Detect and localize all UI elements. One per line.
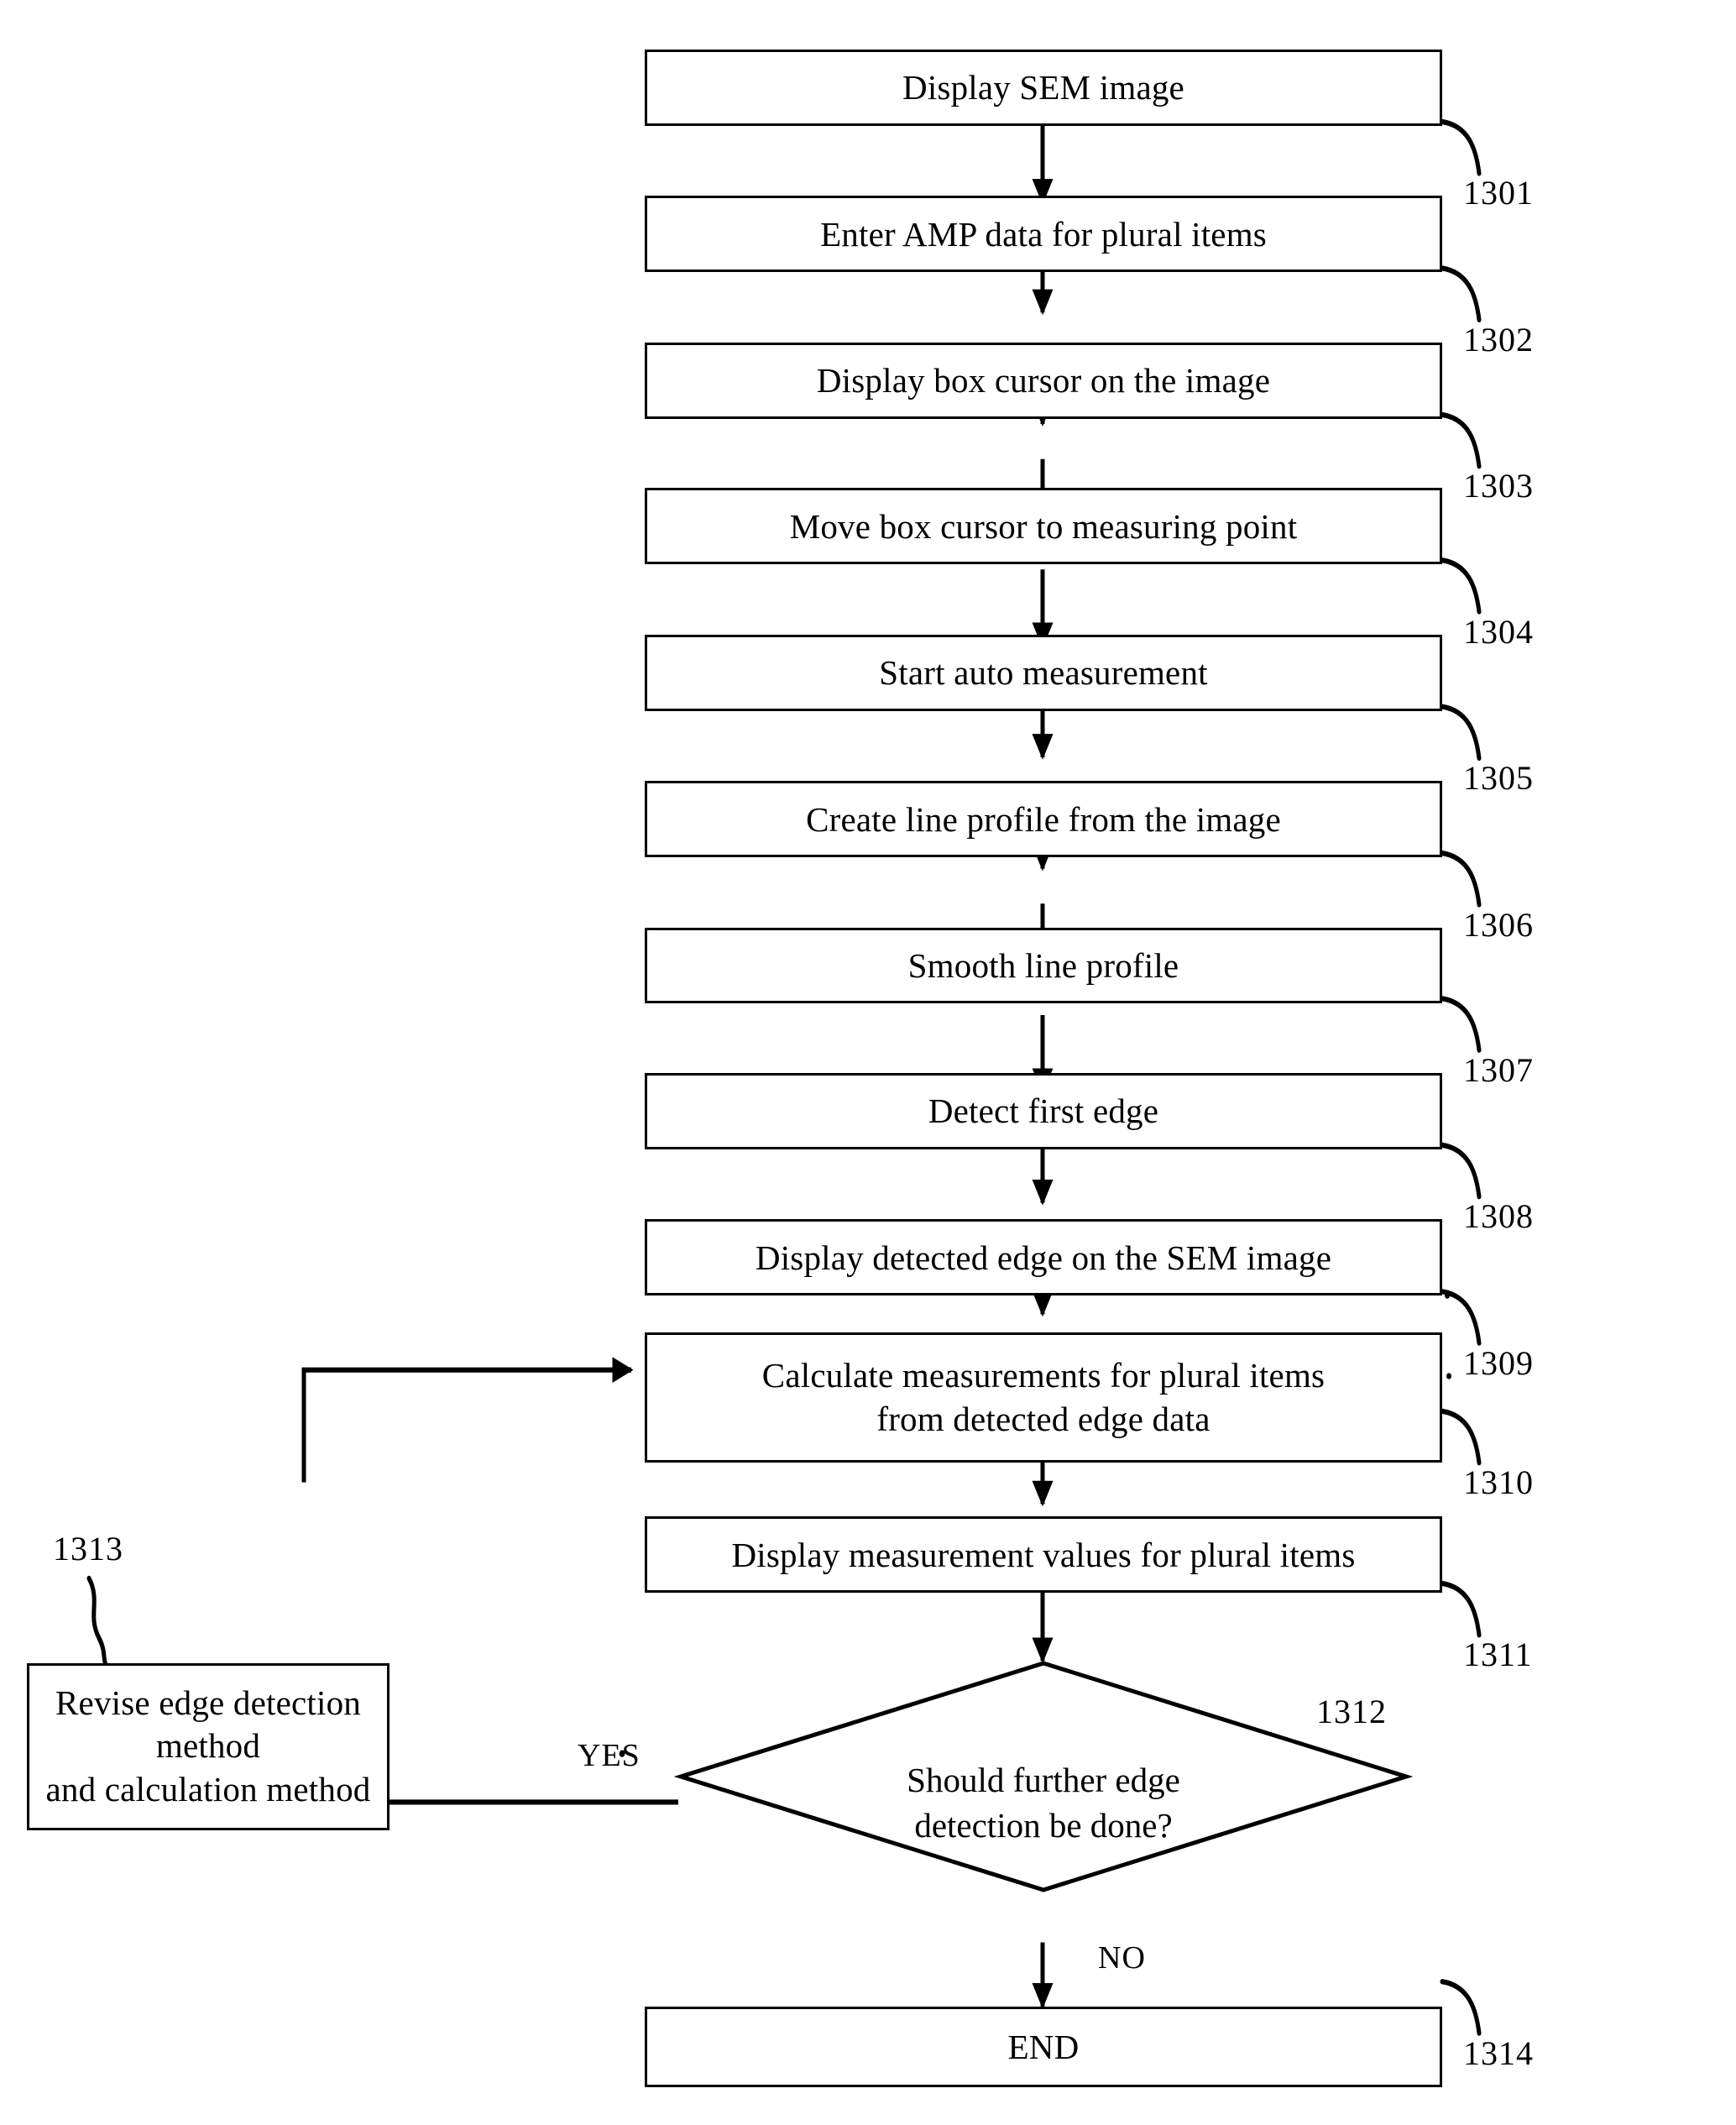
ref-numeral-1310: 1310 [1463,1463,1534,1502]
ref-numeral-1314: 1314 [1463,2033,1534,2072]
node-label-line1: Revise edge detection method [55,1683,361,1766]
node-move-box-cursor[interactable]: Move box cursor to measuring point [645,488,1442,565]
node-revise-edge-detection-method[interactable]: Revise edge detection method and calcula… [27,1662,390,1830]
ref-numeral-1313: 1313 [53,1529,123,1568]
node-label: Create line profile from the image [806,799,1281,839]
ref-numeral-1304: 1304 [1463,612,1534,651]
branch-label-no: NO [1098,1939,1146,1976]
node-label: Detect first edge [928,1091,1159,1131]
node-display-sem-image[interactable]: Display SEM image [645,49,1442,126]
node-display-measurement-values[interactable]: Display measurement values for plural it… [645,1516,1442,1593]
node-end[interactable]: END [645,2006,1442,2087]
node-label: Move box cursor to measuring point [789,506,1298,546]
node-detect-first-edge[interactable]: Detect first edge [645,1072,1442,1149]
ref-numeral-1307: 1307 [1463,1050,1534,1089]
node-smooth-line-profile[interactable]: Smooth line profile [645,927,1442,1004]
node-start-auto-measurement[interactable]: Start auto measurement [645,634,1442,711]
node-calculate-measurements-plural[interactable]: Calculate measurements for plural items … [645,1332,1442,1463]
ref-numeral-1312: 1312 [1316,1692,1387,1730]
ref-numeral-1301: 1301 [1463,174,1534,212]
branch-label-yes: YES [578,1738,641,1774]
node-label: Display box cursor on the image [816,361,1271,400]
node-display-detected-edge[interactable]: Display detected edge on the SEM image [645,1219,1442,1296]
node-enter-amp-data[interactable]: Enter AMP data for plural items [645,196,1442,273]
node-label-line2: from detected edge data [876,1399,1210,1438]
node-label: Start auto measurement [879,653,1208,693]
flowchart-figure: Display SEM image 1301 Enter AMP data fo… [0,0,1736,2125]
ref-numeral-1306: 1306 [1463,905,1534,944]
ref-numeral-1311: 1311 [1463,1636,1533,1674]
node-label: Display SEM image [902,68,1184,107]
ref-numeral-1302: 1302 [1463,320,1534,359]
node-create-line-profile[interactable]: Create line profile from the image [645,781,1442,857]
node-display-box-cursor[interactable]: Display box cursor on the image [645,342,1442,419]
ref-numeral-1303: 1303 [1463,467,1534,505]
node-label: Enter AMP data for plural items [820,214,1267,254]
ref-numeral-1305: 1305 [1463,759,1534,798]
node-decision-further-edge-detection[interactable]: Should further edge detection be done? [673,1661,1414,1945]
ref-numeral-1308: 1308 [1463,1197,1534,1236]
node-label: END [1007,2027,1080,2066]
ref-numeral-1309: 1309 [1463,1343,1534,1382]
node-label: Display measurement values for plural it… [731,1535,1356,1574]
node-label-line1: Calculate measurements for plural items [761,1356,1326,1395]
node-label: Smooth line profile [907,945,1179,985]
node-label: Display detected edge on the SEM image [755,1238,1332,1277]
node-label-line2: and calculation method [45,1769,371,1808]
